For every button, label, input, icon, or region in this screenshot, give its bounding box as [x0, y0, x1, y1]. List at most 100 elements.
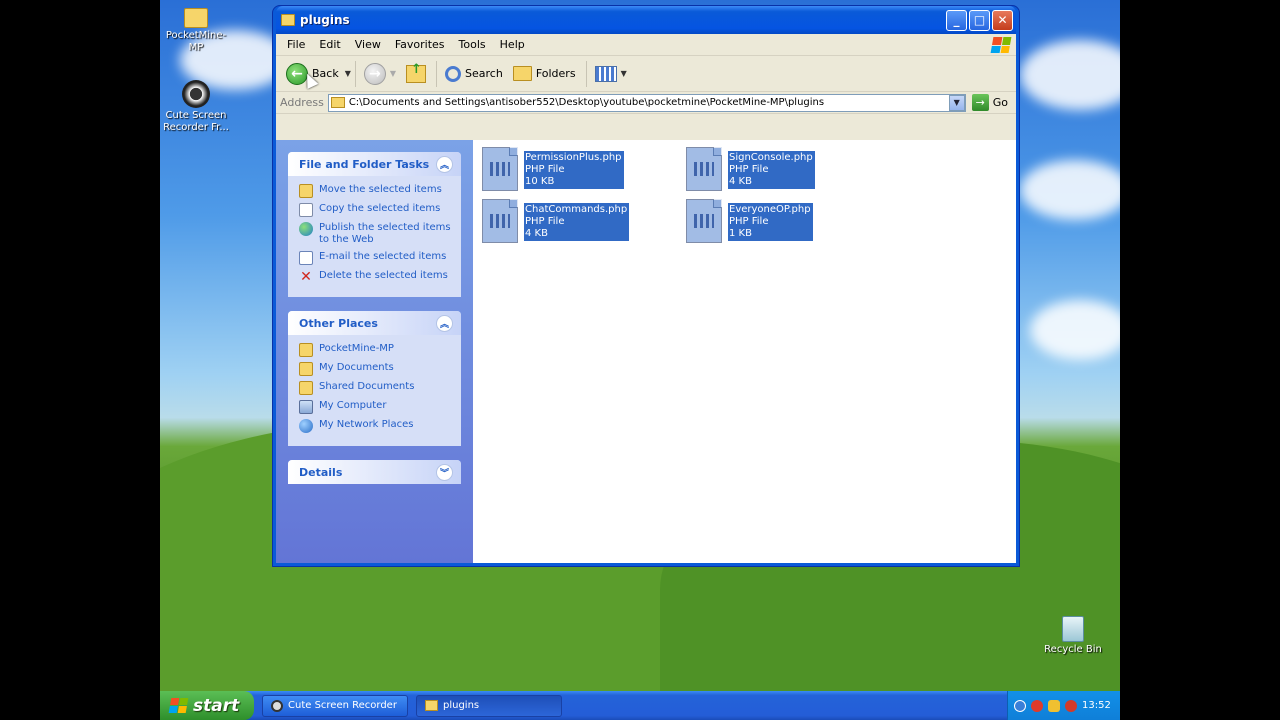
task-label: Copy the selected items: [319, 203, 441, 214]
task-publish[interactable]: Publish the selected items to the Web: [299, 222, 453, 246]
maximize-button[interactable]: □: [969, 9, 990, 31]
file-size: 4 KB: [729, 176, 752, 187]
close-button[interactable]: ✕: [992, 9, 1013, 31]
separator: [585, 60, 587, 87]
place-label: Shared Documents: [319, 381, 415, 392]
windows-logo-icon: [168, 698, 189, 713]
email-icon: [299, 251, 313, 265]
desktop: PocketMine-MP Cute Screen Recorder Fr...…: [160, 0, 1120, 720]
task-label: Publish the selected items to the Web: [319, 222, 451, 245]
file-item[interactable]: PermissionPlus.php PHP File 10 KB: [482, 147, 624, 191]
place-pocketmine[interactable]: PocketMine-MP: [299, 343, 453, 357]
file-size: 4 KB: [525, 228, 548, 239]
place-label: PocketMine-MP: [319, 343, 394, 354]
other-places-panel: Other Places ︽ PocketMine-MP My Document…: [288, 311, 461, 446]
back-dropdown-icon[interactable]: ▼: [345, 69, 351, 78]
separator: [436, 60, 438, 87]
desktop-icon-pocketmine[interactable]: PocketMine-MP: [160, 6, 232, 54]
php-file-icon: [686, 199, 722, 243]
up-folder-button[interactable]: ↑: [402, 62, 430, 86]
film-reel-icon: [271, 699, 283, 712]
task-move[interactable]: Move the selected items: [299, 184, 453, 198]
file-type: PHP File: [525, 164, 565, 175]
computer-icon: [299, 400, 313, 414]
collapse-icon[interactable]: ︽: [436, 155, 453, 173]
task-copy[interactable]: Copy the selected items: [299, 203, 453, 217]
search-button[interactable]: Search: [441, 63, 507, 85]
file-item[interactable]: ChatCommands.php PHP File 4 KB: [482, 199, 630, 243]
panel-header[interactable]: File and Folder Tasks ︽: [288, 152, 461, 176]
task-delete[interactable]: ✕ Delete the selected items: [299, 270, 453, 284]
panel-title: File and Folder Tasks: [299, 157, 430, 171]
folders-icon: [512, 66, 532, 81]
menu-tools[interactable]: Tools: [452, 38, 493, 51]
folder-icon: [330, 97, 345, 108]
recycle-bin-icon: [1062, 616, 1084, 642]
place-shared-documents[interactable]: Shared Documents: [299, 381, 453, 395]
task-label: Delete the selected items: [319, 270, 448, 281]
views-button[interactable]: ▼: [591, 63, 631, 85]
desktop-icon-label: Cute Screen Recorder Fr...: [163, 110, 229, 133]
panel-header[interactable]: Other Places ︽: [288, 311, 461, 335]
menu-bar: File Edit View Favorites Tools Help: [276, 34, 1016, 56]
collapse-icon[interactable]: ︽: [436, 314, 453, 332]
folders-label: Folders: [535, 67, 576, 80]
place-my-computer[interactable]: My Computer: [299, 400, 453, 414]
place-my-network-places[interactable]: My Network Places: [299, 419, 453, 433]
start-label: start: [193, 695, 240, 716]
antivirus-icon[interactable]: [1065, 699, 1077, 712]
forward-dropdown-icon: ▼: [389, 69, 397, 78]
tray-alert-icon[interactable]: [1031, 699, 1043, 712]
film-reel-icon: [182, 80, 210, 108]
file-name: EveryoneOP.php: [729, 204, 811, 215]
menu-file[interactable]: File: [280, 38, 312, 51]
file-type: PHP File: [525, 216, 565, 227]
delete-icon: ✕: [300, 269, 312, 285]
toolbar: ← Back ▼ → ▼ ↑ Search Folders ▼: [276, 56, 1016, 92]
start-button[interactable]: start: [160, 691, 254, 720]
file-label: PermissionPlus.php PHP File 10 KB: [524, 151, 624, 189]
file-folder-tasks-panel: File and Folder Tasks ︽ Move the selecte…: [288, 152, 461, 297]
task-email[interactable]: E-mail the selected items: [299, 251, 453, 265]
security-shield-icon[interactable]: [1048, 699, 1060, 712]
cloud: [1030, 300, 1120, 360]
file-label: ChatCommands.php PHP File 4 KB: [524, 203, 630, 241]
taskbar-button-cute-screen-recorder[interactable]: Cute Screen Recorder: [262, 694, 408, 717]
clock: 13:52: [1082, 700, 1111, 711]
address-dropdown-button[interactable]: ▼: [948, 94, 965, 111]
task-label: E-mail the selected items: [319, 251, 447, 262]
php-file-icon: [482, 147, 518, 191]
up-folder-icon: ↑: [406, 62, 427, 83]
file-name: PermissionPlus.php: [525, 152, 622, 163]
go-button[interactable]: → Go: [966, 94, 1016, 111]
file-type: PHP File: [729, 216, 769, 227]
php-file-icon: [686, 147, 722, 191]
explorer-window: plugins _ □ ✕ File Edit View Favorites T…: [272, 5, 1020, 567]
place-label: My Network Places: [319, 419, 414, 430]
panel-header[interactable]: Details ︾: [288, 460, 461, 484]
menu-favorites[interactable]: Favorites: [388, 38, 452, 51]
title-bar[interactable]: plugins _ □ ✕: [276, 6, 1016, 34]
menu-edit[interactable]: Edit: [312, 38, 347, 51]
desktop-icon-cute-screen-recorder[interactable]: Cute Screen Recorder Fr...: [160, 80, 232, 134]
address-path: C:\Documents and Settings\antisober552\D…: [348, 97, 825, 108]
taskbar-button-plugins[interactable]: plugins: [416, 694, 562, 717]
folders-button[interactable]: Folders: [509, 63, 580, 84]
minimize-button[interactable]: _: [946, 9, 967, 31]
tray-expand-icon[interactable]: [1014, 699, 1026, 712]
menu-view[interactable]: View: [348, 38, 388, 51]
file-item[interactable]: SignConsole.php PHP File 4 KB: [686, 147, 815, 191]
address-label: Address: [280, 96, 324, 109]
forward-arrow-icon: →: [363, 62, 386, 85]
file-item[interactable]: EveryoneOP.php PHP File 1 KB: [686, 199, 813, 243]
expand-icon[interactable]: ︾: [436, 463, 453, 481]
cloud: [1020, 40, 1120, 110]
place-my-documents[interactable]: My Documents: [299, 362, 453, 376]
address-input[interactable]: C:\Documents and Settings\antisober552\D…: [327, 93, 966, 112]
menu-help[interactable]: Help: [493, 38, 532, 51]
desktop-icon-recycle-bin[interactable]: Recycle Bin: [1037, 616, 1109, 656]
folder-icon: [299, 362, 313, 376]
place-label: My Documents: [319, 362, 394, 373]
php-file-icon: [482, 199, 518, 243]
forward-button[interactable]: → ▼: [360, 60, 400, 88]
